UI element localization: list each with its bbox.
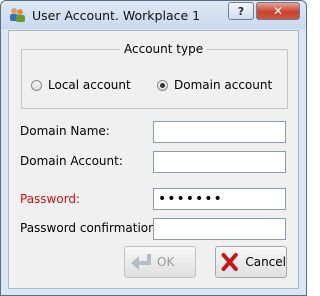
red-x-icon [221,252,238,272]
account-type-group: Account type Local account Domain accoun… [21,42,288,109]
title-bar[interactable]: User Account. Workplace 1 ? ✕ [1,1,306,29]
dialog-window: User Account. Workplace 1 ? ✕ Account ty… [0,0,307,296]
password-confirm-label: Password confirmation: [20,221,160,235]
domain-account-radio[interactable]: Domain account [157,78,272,92]
help-button[interactable]: ? [228,2,254,20]
enter-arrow-icon [131,254,151,270]
ok-label: OK [157,255,175,269]
users-app-icon [10,8,25,22]
help-icon: ? [237,4,245,18]
domain-name-field[interactable] [153,121,286,143]
password-confirm-field[interactable] [153,218,286,240]
close-icon: ✕ [272,4,284,18]
ok-button[interactable]: OK [124,246,196,278]
radio-circle-selected[interactable] [157,79,168,91]
window-title: User Account. Workplace 1 [32,8,201,23]
domain-account-label: Domain Account: [20,154,123,168]
domain-account-label: Domain account [174,78,273,92]
domain-account-field[interactable] [153,151,286,173]
local-account-radio[interactable]: Local account [31,78,131,92]
cancel-button[interactable]: Cancel [215,246,287,278]
dialog-body: Account type Local account Domain accoun… [8,30,299,289]
password-field[interactable]: ••••••• [153,188,286,210]
radio-circle[interactable] [31,79,42,91]
password-label: Password: [20,192,81,206]
domain-name-label: Domain Name: [20,124,110,138]
cancel-label: Cancel [245,255,286,269]
local-account-label: Local account [48,78,131,92]
account-type-title: Account type [120,42,208,56]
close-button[interactable]: ✕ [256,2,300,20]
